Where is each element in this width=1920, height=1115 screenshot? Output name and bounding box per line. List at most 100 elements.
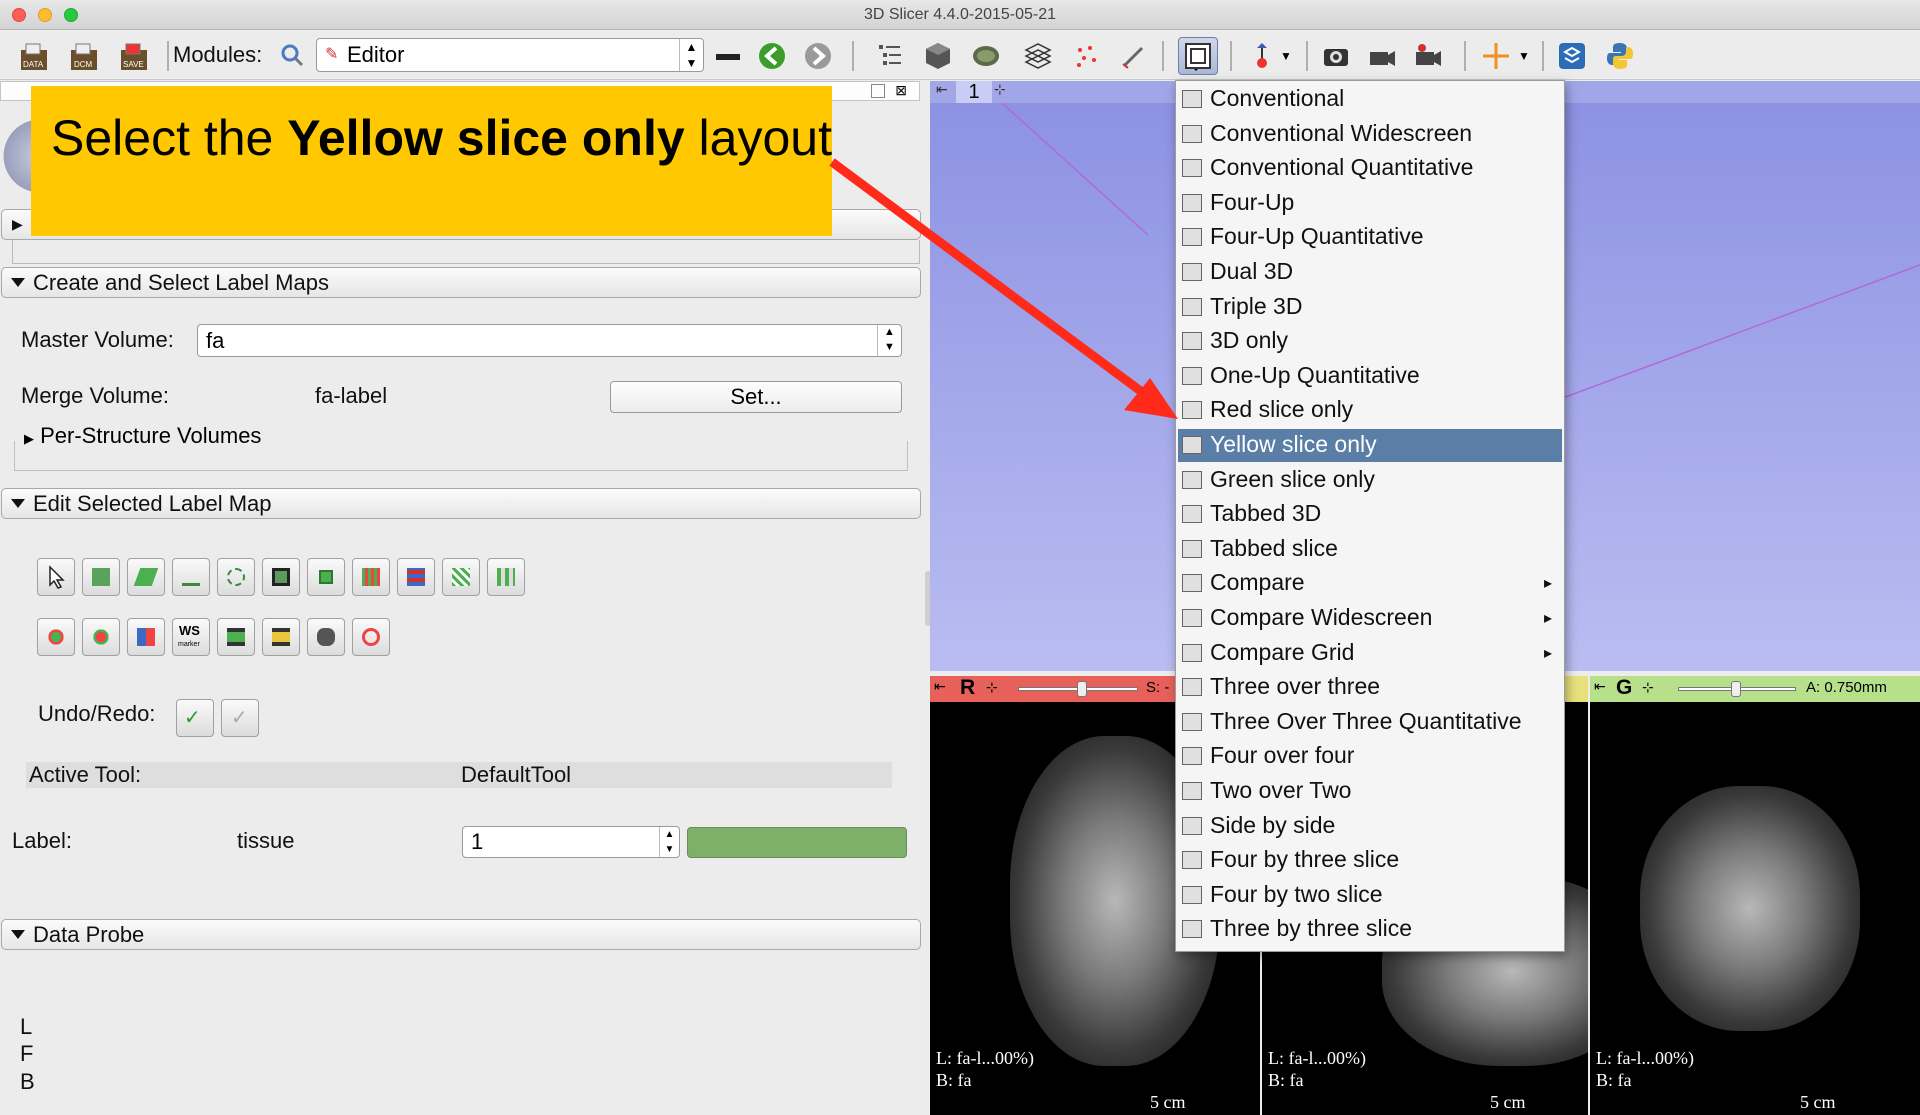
layout-menu-item[interactable]: Three Over Three Quantitative bbox=[1178, 706, 1562, 739]
markups-module-button[interactable] bbox=[1070, 40, 1102, 72]
dilate-tool-button[interactable] bbox=[37, 618, 75, 656]
layout-menu-item[interactable]: Four over four bbox=[1178, 740, 1562, 773]
layout-menu-item[interactable]: Side by side bbox=[1178, 810, 1562, 843]
edit-label-map-header[interactable]: Edit Selected Label Map bbox=[1, 488, 921, 519]
create-label-maps-header[interactable]: Create and Select Label Maps bbox=[1, 267, 921, 298]
layout-menu-item[interactable]: Compare Grid ▸ bbox=[1178, 637, 1562, 670]
save-island-tool-button[interactable] bbox=[487, 558, 525, 596]
erode-tool-button[interactable] bbox=[82, 618, 120, 656]
slice-settings-icon[interactable]: ⊹ bbox=[986, 679, 998, 696]
set-merge-volume-button[interactable]: Set... bbox=[610, 381, 902, 413]
default-tool-button[interactable] bbox=[37, 558, 75, 596]
load-dicom-button[interactable]: DCM bbox=[68, 40, 100, 72]
data-probe-title: Data Probe bbox=[33, 922, 145, 947]
green-slice-slider[interactable] bbox=[1678, 681, 1796, 697]
module-history-button[interactable] bbox=[712, 40, 744, 72]
data-probe-header[interactable]: Data Probe bbox=[1, 919, 921, 950]
green-slice-view[interactable]: ⇤ G ⊹ A: 0.750mm L: fa-l...00%) B: fa 5 … bbox=[1590, 676, 1920, 1115]
undo-button[interactable]: ✓ bbox=[176, 699, 214, 737]
layout-menu-item[interactable]: Triple 3D bbox=[1178, 291, 1562, 324]
eraser-tool-button[interactable] bbox=[82, 558, 120, 596]
data-module-button[interactable] bbox=[874, 40, 906, 72]
mouse-mode-button[interactable] bbox=[1246, 40, 1278, 72]
image-erode-tool-button[interactable] bbox=[262, 558, 300, 596]
layout-menu-item[interactable]: Yellow slice only bbox=[1178, 429, 1562, 462]
scene-views-button[interactable] bbox=[1366, 40, 1398, 72]
chevron-down-icon[interactable]: ▼ bbox=[1280, 49, 1292, 63]
layout-menu-item[interactable]: Red slice only bbox=[1178, 394, 1562, 427]
layout-menu-item[interactable]: Conventional bbox=[1178, 83, 1562, 116]
load-data-button[interactable]: DATA bbox=[18, 40, 50, 72]
threshold-tool-button[interactable] bbox=[352, 558, 390, 596]
red-slice-slider[interactable] bbox=[1018, 681, 1138, 697]
slice-settings-icon[interactable]: ⊹ bbox=[1642, 679, 1654, 696]
layout-menu-item[interactable]: Four by three slice bbox=[1178, 844, 1562, 877]
scene-snapshot-button[interactable] bbox=[1412, 40, 1444, 72]
green-slider-handle[interactable] bbox=[1731, 681, 1741, 697]
layout-thumbnail-icon bbox=[1182, 851, 1202, 870]
undock-icon[interactable] bbox=[871, 84, 885, 98]
layout-menu-item[interactable]: Four-Up Quantitative bbox=[1178, 221, 1562, 254]
extension-manager-button[interactable] bbox=[1556, 40, 1588, 72]
master-volume-selector[interactable]: fa ▲ ▼ bbox=[197, 324, 902, 357]
layout-menu-item[interactable]: Tabbed slice bbox=[1178, 533, 1562, 566]
close-icon[interactable]: ⊠ bbox=[895, 82, 907, 99]
models-module-button[interactable] bbox=[970, 40, 1002, 72]
layout-menu-item[interactable]: Four by two slice bbox=[1178, 879, 1562, 912]
redo-button[interactable]: ✓ bbox=[221, 699, 259, 737]
layout-menu-item[interactable]: One-Up Quantitative bbox=[1178, 360, 1562, 393]
layout-thumbnail-icon bbox=[1182, 920, 1202, 939]
layout-menu-item[interactable]: 3D only bbox=[1178, 325, 1562, 358]
seed-tool-button[interactable] bbox=[352, 618, 390, 656]
grow-cut-tool-button[interactable] bbox=[217, 618, 255, 656]
change-label-icon bbox=[137, 628, 155, 646]
layout-menu-item-label: Four by three slice bbox=[1210, 846, 1400, 873]
layout-menu-button[interactable] bbox=[1178, 37, 1218, 75]
red-slider-handle[interactable] bbox=[1077, 681, 1087, 697]
layout-menu-item[interactable]: Tabbed 3D bbox=[1178, 498, 1562, 531]
layout-menu-item[interactable]: Three over three bbox=[1178, 671, 1562, 704]
layout-menu-item[interactable]: Compare Widescreen ▸ bbox=[1178, 602, 1562, 635]
make-model-tool-button[interactable] bbox=[307, 618, 345, 656]
label-color-swatch[interactable] bbox=[687, 827, 907, 858]
crosshair-button[interactable] bbox=[1480, 40, 1512, 72]
forward-button[interactable] bbox=[802, 40, 834, 72]
fast-growcut-tool-button[interactable] bbox=[262, 618, 300, 656]
volumes-module-button[interactable] bbox=[922, 40, 954, 72]
watershed-tool-button[interactable]: WS marker bbox=[172, 618, 210, 656]
rectangle-tool-button[interactable] bbox=[307, 558, 345, 596]
python-console-button[interactable] bbox=[1604, 40, 1636, 72]
active-tool-label: Active Tool: bbox=[29, 762, 142, 787]
svg-text:SAVE: SAVE bbox=[123, 60, 144, 69]
layout-menu-item[interactable]: Three by three slice bbox=[1178, 913, 1562, 946]
layout-menu-item[interactable]: Four-Up bbox=[1178, 187, 1562, 220]
pin-icon[interactable]: ⇤ bbox=[1594, 678, 1606, 695]
per-structure-header[interactable]: ▶ Per-Structure Volumes bbox=[24, 423, 270, 449]
editor-module-button[interactable] bbox=[1118, 40, 1150, 72]
level-tracing-tool-button[interactable] bbox=[217, 558, 255, 596]
back-button[interactable] bbox=[756, 40, 788, 72]
layout-menu-item[interactable]: Green slice only bbox=[1178, 464, 1562, 497]
layout-menu-item[interactable]: Conventional Widescreen bbox=[1178, 118, 1562, 151]
layout-menu-item[interactable]: Two over Two bbox=[1178, 775, 1562, 808]
red-scale-label: 5 cm bbox=[1150, 1092, 1186, 1112]
pin-icon[interactable]: ⇤ bbox=[934, 678, 946, 695]
save-button[interactable]: SAVE bbox=[118, 40, 150, 72]
change-island-tool-button[interactable] bbox=[442, 558, 480, 596]
screenshot-button[interactable] bbox=[1320, 40, 1352, 72]
spinbox-arrows-icon[interactable]: ▲ ▼ bbox=[659, 827, 679, 857]
module-selector[interactable]: ✎ Editor ▲ ▼ bbox=[316, 38, 704, 72]
layout-menu-item-label: Green slice only bbox=[1210, 465, 1375, 492]
label-value-spinbox[interactable]: 1 ▲ ▼ bbox=[462, 826, 680, 858]
layout-menu-item[interactable]: Conventional Quantitative bbox=[1178, 152, 1562, 185]
island-tool-button[interactable] bbox=[397, 558, 435, 596]
paint-tool-button[interactable] bbox=[127, 558, 165, 596]
draw-tool-button[interactable] bbox=[172, 558, 210, 596]
change-label-tool-button[interactable] bbox=[127, 618, 165, 656]
module-search-icon[interactable] bbox=[280, 43, 304, 72]
transforms-module-button[interactable] bbox=[1022, 40, 1054, 72]
layout-thumbnail-icon bbox=[1182, 678, 1202, 697]
layout-menu-item[interactable]: Dual 3D bbox=[1178, 256, 1562, 289]
chevron-down-icon[interactable]: ▼ bbox=[1518, 49, 1530, 63]
layout-menu-item[interactable]: Compare ▸ bbox=[1178, 567, 1562, 600]
